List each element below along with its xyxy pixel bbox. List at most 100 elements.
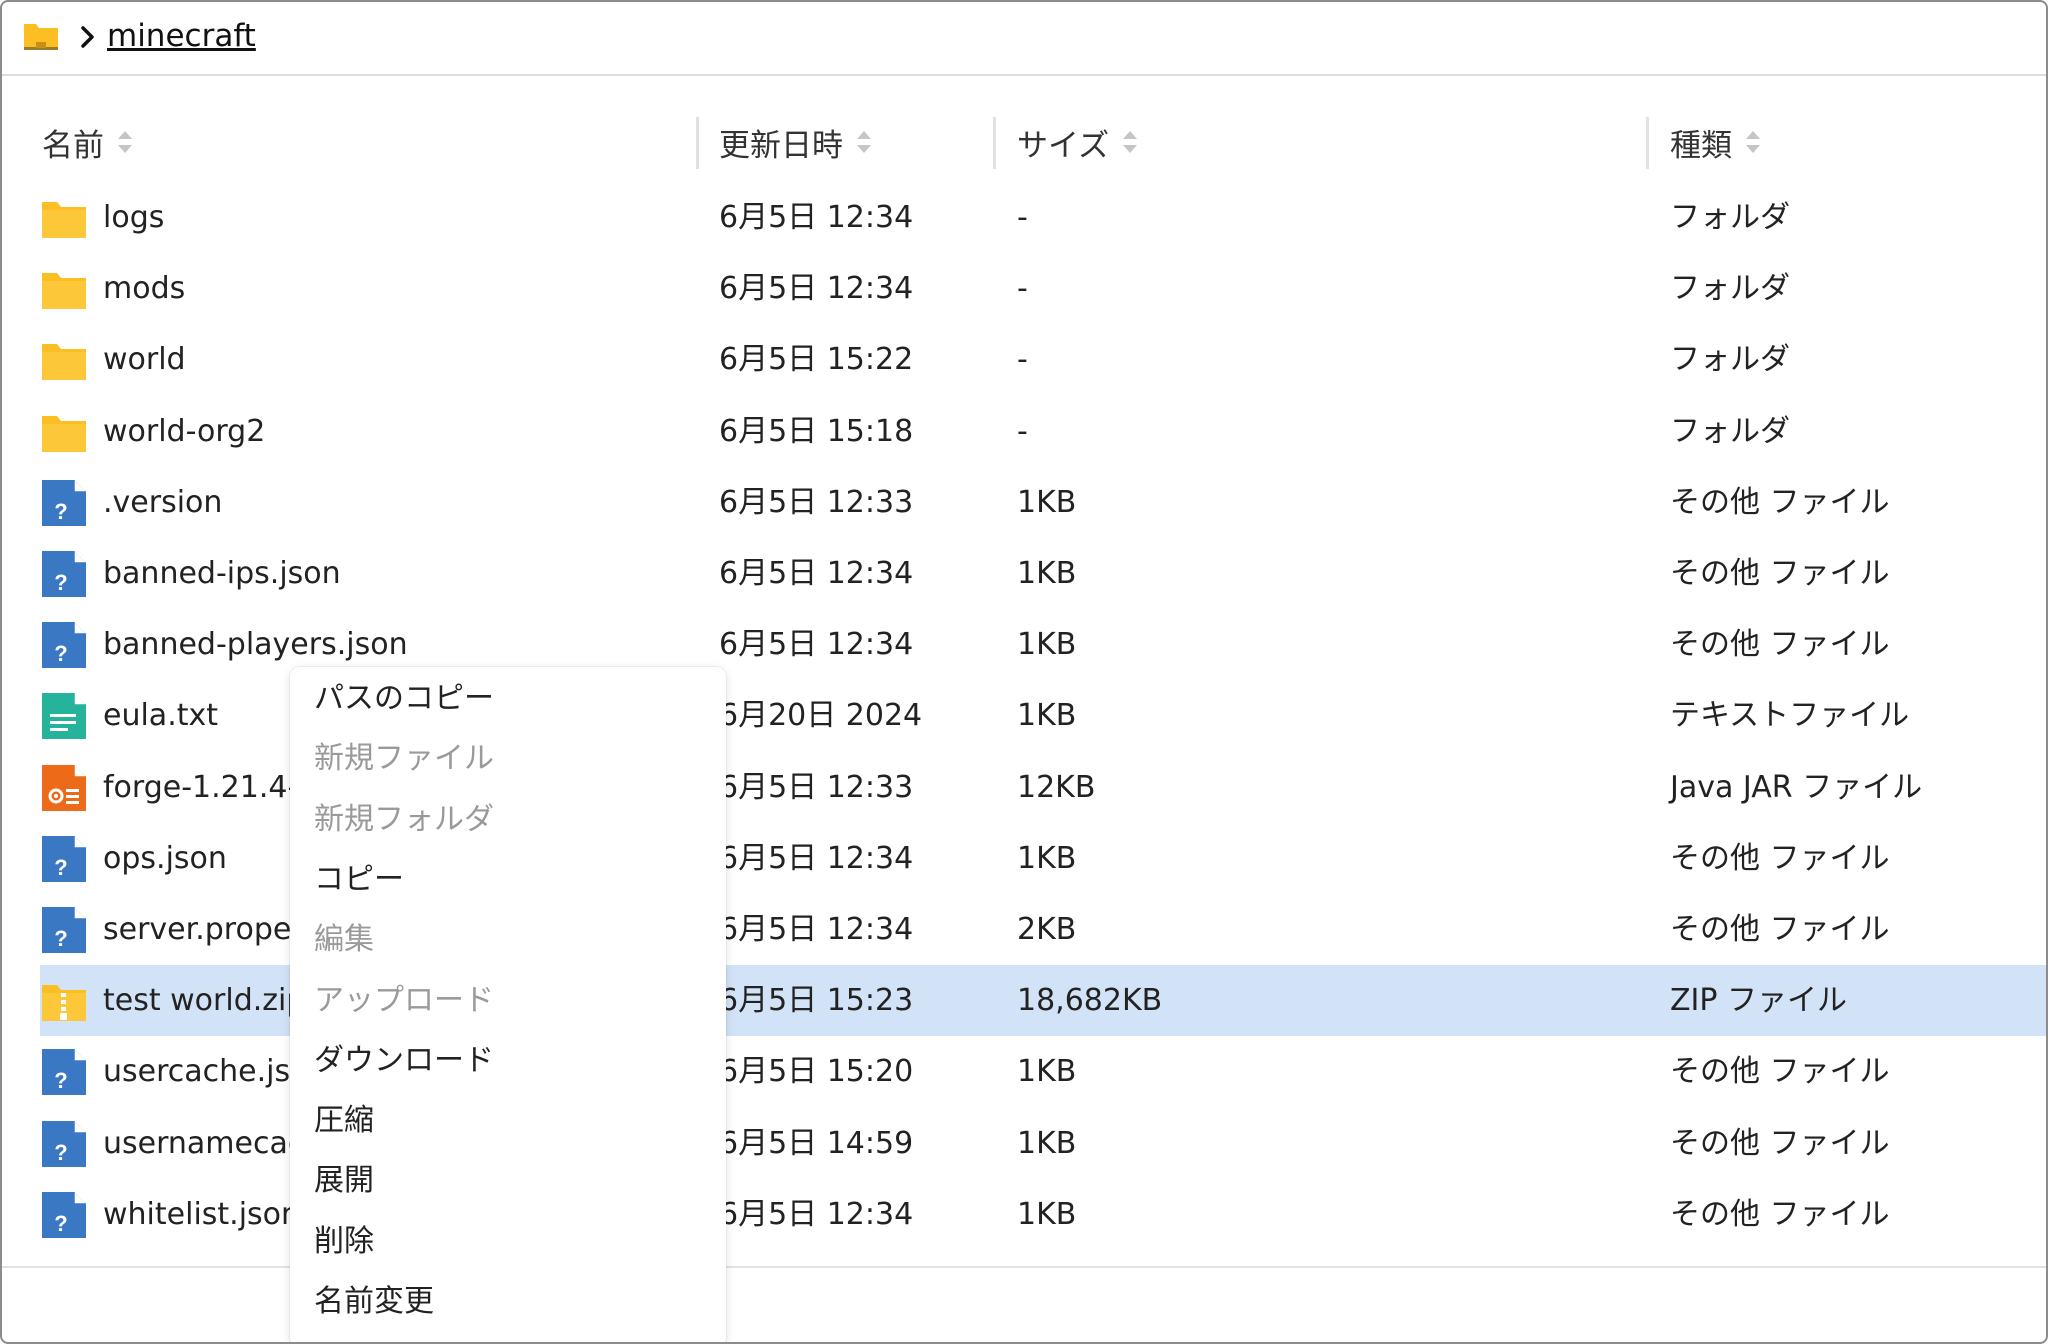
context-menu-item[interactable]: パスのコピー [314, 675, 494, 723]
table-row[interactable]: mods 6月5日 12:34 - フォルダ [40, 253, 2046, 324]
breadcrumb-current-folder[interactable]: minecraft [107, 16, 256, 56]
file-size: 1KB [1017, 484, 1077, 520]
table-row[interactable]: ? banned-ips.json 6月5日 12:34 1KB その他 ファイル [40, 538, 2046, 609]
context-menu-item[interactable]: 圧縮 [314, 1097, 374, 1145]
file-name: server.proper [103, 912, 304, 947]
file-size: 18,682KB [1017, 983, 1163, 1019]
file-modified: 6月5日 12:33 [719, 484, 914, 520]
file-modified: 6月5日 12:34 [719, 556, 914, 591]
context-menu-item: 編集 [314, 922, 374, 958]
column-header-name[interactable]: 名前 [42, 119, 134, 165]
file-size: 1KB [1017, 840, 1077, 876]
file-type: その他 ファイル [1670, 1054, 1890, 1090]
file-name: test world.zip [103, 983, 306, 1019]
file-name: .version [103, 484, 223, 520]
file-modified: 6月5日 15:18 [719, 413, 914, 449]
column-divider[interactable] [993, 117, 996, 169]
unknown-file-icon: ? [41, 835, 87, 883]
column-divider[interactable] [696, 117, 699, 169]
file-name: world-org2 [103, 413, 266, 449]
table-row[interactable]: world-org2 6月5日 15:18 - フォルダ [40, 396, 2046, 467]
file-type: その他 ファイル [1670, 627, 1890, 663]
file-name: world [103, 342, 186, 378]
table-row[interactable]: ? .version 6月5日 12:33 1KB その他 ファイル [40, 467, 2046, 538]
svg-text:?: ? [54, 499, 67, 524]
file-type: フォルダ [1670, 342, 1790, 378]
file-type: その他 ファイル [1670, 840, 1890, 876]
context-menu-item: 新規ファイル [314, 741, 494, 777]
file-size: - [1017, 413, 1028, 449]
file-type: フォルダ [1670, 200, 1790, 235]
column-header-label: 名前 [42, 127, 104, 164]
unknown-file-icon: ? [41, 621, 87, 669]
unknown-file-icon: ? [41, 479, 87, 527]
svg-text:?: ? [54, 1211, 67, 1236]
column-header-size[interactable]: サイズ [1017, 119, 1139, 165]
svg-text:?: ? [54, 855, 67, 880]
context-menu-item: 新規フォルダ [314, 801, 494, 837]
file-name: eula.txt [103, 698, 219, 734]
file-type: その他 ファイル [1670, 556, 1890, 591]
column-header-label: サイズ [1017, 127, 1110, 164]
context-menu-item[interactable]: 展開 [314, 1157, 374, 1205]
file-type: その他 ファイル [1670, 1196, 1890, 1232]
column-header-label: 更新日時 [719, 127, 843, 164]
file-modified: 6月5日 12:34 [719, 627, 914, 663]
file-size: 1KB [1017, 1196, 1077, 1232]
file-name: mods [103, 271, 186, 307]
file-modified: 6月5日 15:22 [719, 342, 914, 378]
file-type: Java JAR ファイル [1670, 769, 1923, 805]
table-row[interactable]: logs 6月5日 12:34 - フォルダ [40, 182, 2046, 253]
file-name: usernamecac [103, 1125, 305, 1161]
breadcrumb: minecraft [2, 2, 2046, 76]
file-size: 1KB [1017, 556, 1077, 591]
file-type: テキストファイル [1670, 698, 1910, 734]
table-row[interactable]: world 6月5日 15:22 - フォルダ [40, 324, 2046, 395]
unknown-file-icon: ? [41, 1048, 87, 1096]
context-menu-item[interactable]: コピー [314, 856, 404, 904]
file-modified: 6月5日 12:33 [719, 769, 914, 805]
context-menu-item[interactable]: 削除 [314, 1218, 374, 1266]
folder-icon [41, 194, 87, 242]
column-header-modified[interactable]: 更新日時 [719, 119, 873, 165]
column-header-type[interactable]: 種類 [1670, 119, 1762, 165]
file-name: banned-ips.json [103, 556, 341, 591]
file-browser: minecraft 名前 更新日時 サイズ 種類 logs 6月5日 12:34 -… [0, 0, 2048, 1344]
unknown-file-icon: ? [41, 906, 87, 954]
context-menu-item[interactable]: ダウンロード [314, 1037, 494, 1085]
file-type: その他 ファイル [1670, 484, 1890, 520]
file-type: フォルダ [1670, 413, 1790, 449]
file-size: 12KB [1017, 769, 1096, 805]
file-name: forge-1.21.4- [103, 769, 299, 805]
folder-icon [41, 336, 87, 384]
file-modified: 6月5日 12:34 [719, 840, 914, 876]
svg-text:?: ? [54, 926, 67, 951]
sort-icon [1123, 131, 1138, 153]
column-header-label: 種類 [1670, 127, 1732, 164]
folder-icon [41, 265, 87, 313]
file-size: - [1017, 342, 1028, 378]
svg-text:?: ? [54, 641, 67, 666]
context-menu-item[interactable]: 名前変更 [314, 1278, 434, 1326]
file-type: その他 ファイル [1670, 1125, 1890, 1161]
sort-icon [1746, 131, 1760, 153]
file-modified: 6月5日 12:34 [719, 200, 914, 235]
file-modified: 6月20日 2024 [719, 698, 923, 734]
unknown-file-icon: ? [41, 550, 87, 598]
table-header: 名前 更新日時 サイズ 種類 [2, 107, 2046, 177]
file-size: 1KB [1017, 627, 1077, 663]
column-divider[interactable] [1646, 117, 1649, 169]
file-modified: 6月5日 14:59 [719, 1125, 914, 1161]
home-folder-icon[interactable] [22, 20, 60, 54]
sort-icon [118, 131, 132, 153]
svg-text:?: ? [54, 1068, 67, 1093]
file-name: logs [103, 200, 165, 235]
text-file-icon [41, 692, 87, 740]
file-name: usercache.jsc [103, 1054, 307, 1090]
context-menu-item: アップロード [314, 982, 494, 1018]
chevron-right-icon [81, 26, 94, 48]
folder-icon [41, 408, 87, 456]
file-name: ops.json [103, 840, 227, 876]
file-size: 2KB [1017, 912, 1077, 947]
file-modified: 6月5日 12:34 [719, 1196, 914, 1232]
